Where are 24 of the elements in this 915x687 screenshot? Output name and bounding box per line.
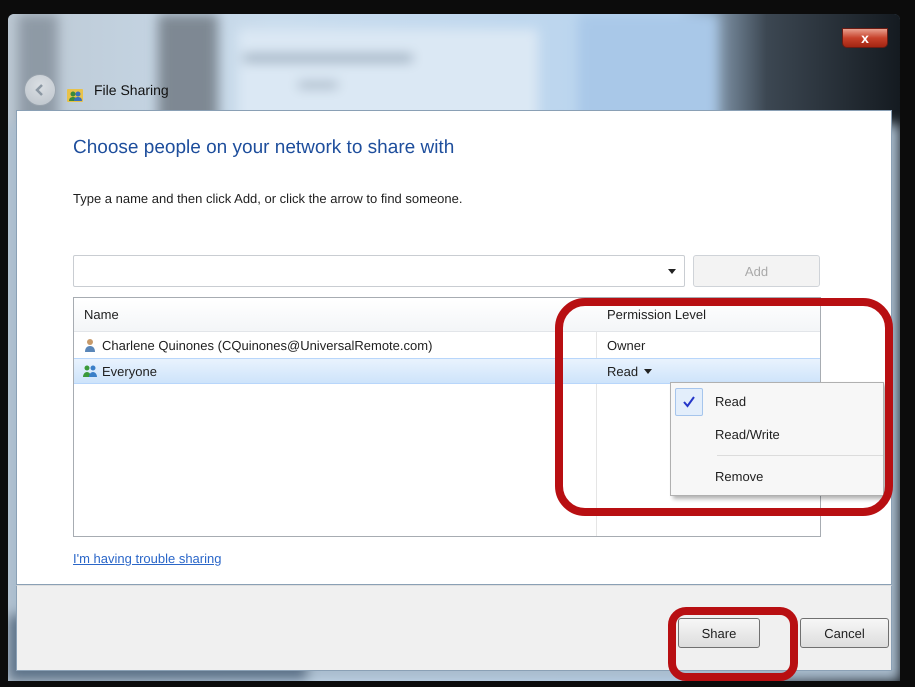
permission-dropdown[interactable]: Read — [607, 364, 652, 378]
cancel-button[interactable]: Cancel — [800, 618, 889, 648]
user-name: Everyone — [102, 364, 157, 378]
caret-icon — [644, 368, 652, 374]
share-button[interactable]: Share — [678, 618, 760, 648]
menu-item[interactable]: Remove — [671, 460, 883, 493]
table-row[interactable]: Charlene Quinones (CQuinones@UniversalRemote.com) Owner — [74, 332, 820, 358]
name-combo-field[interactable] — [73, 255, 685, 287]
people-icon — [82, 363, 98, 379]
menu-item[interactable]: Read — [671, 385, 883, 418]
instruction-text: Type a name and then click Add, or click the arrow to find someone. — [73, 191, 464, 206]
permission-level: Owner — [607, 338, 646, 352]
help-link[interactable]: I'm having trouble sharing — [73, 551, 222, 566]
menu-item[interactable]: Read/Write — [671, 418, 883, 451]
close-button[interactable]: x — [842, 28, 888, 48]
user-name: Charlene Quinones (CQuinones@UniversalRemote.com) — [102, 338, 432, 352]
person-icon — [82, 337, 98, 353]
column-header: Name — [83, 307, 120, 322]
selected-row[interactable]: Everyone Read — [74, 358, 820, 384]
column-header: Permission Level — [606, 307, 707, 322]
dialog-heading: Choose people on your network to share with — [73, 137, 456, 159]
window-title: File Sharing — [94, 82, 169, 98]
people-icon — [66, 86, 84, 104]
caret-icon — [668, 268, 676, 274]
